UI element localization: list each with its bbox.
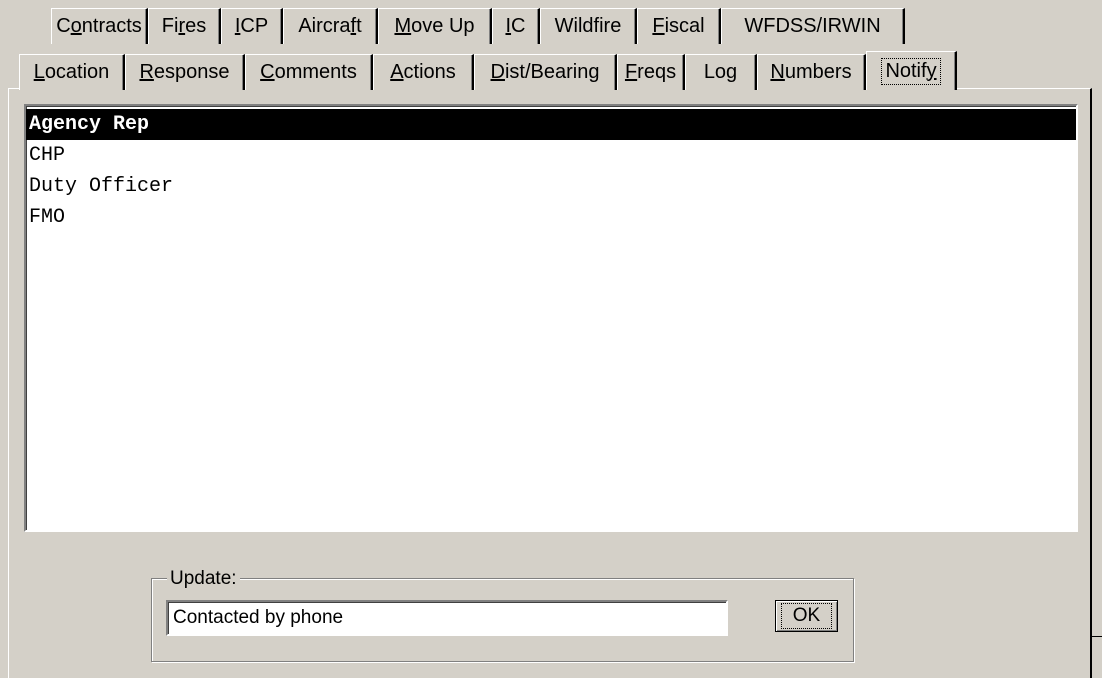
- tab-label: Dist/Bearing: [490, 61, 600, 83]
- tab-label: Location: [33, 61, 110, 83]
- tab-move-up[interactable]: Move Up: [378, 8, 492, 44]
- tab-row-bottom: Location Response Comments Actions Dist/Bear…: [0, 51, 1102, 90]
- tab-fires[interactable]: Fires: [148, 8, 221, 44]
- tab-comments[interactable]: Comments: [245, 54, 373, 90]
- tab-fiscal[interactable]: Fiscal: [637, 8, 721, 44]
- tab-label: Actions: [390, 61, 456, 83]
- tab-response[interactable]: Response: [125, 54, 245, 90]
- tab-label: Wildfire: [554, 15, 622, 37]
- list-item[interactable]: FMO: [26, 202, 1076, 233]
- ok-button-label: OK: [780, 603, 833, 629]
- tab-label: ICP: [234, 15, 269, 37]
- tab-contracts[interactable]: Contracts: [51, 8, 148, 44]
- notify-list[interactable]: Agency Rep CHP Duty Officer FMO: [24, 104, 1078, 532]
- tab-label: Comments: [260, 61, 357, 83]
- update-label: Update:: [167, 568, 240, 590]
- tab-label: Notify: [881, 57, 941, 85]
- tab-freqs[interactable]: Freqs: [617, 54, 685, 90]
- tab-log[interactable]: Log: [685, 54, 757, 90]
- tab-label: Response: [139, 61, 230, 83]
- tab-location[interactable]: Location: [19, 54, 125, 90]
- tab-label: WFDSS/IRWIN: [744, 15, 881, 37]
- ok-button[interactable]: OK: [775, 600, 838, 632]
- tab-label: Aircraft: [298, 15, 362, 37]
- window-edge-h: [1090, 636, 1102, 637]
- tab-label: Freqs: [624, 61, 677, 83]
- tab-dist-bearing[interactable]: Dist/Bearing: [474, 54, 617, 90]
- tab-label: Log: [703, 61, 738, 83]
- tab-notify[interactable]: Notify: [866, 51, 957, 90]
- tab-label: Fiscal: [652, 15, 705, 37]
- tab-label: Contracts: [56, 15, 142, 37]
- tab-row-top: Contracts Fires ICP Aircraft Move Up IC Wildfi…: [0, 8, 1102, 44]
- list-item[interactable]: CHP: [26, 140, 1076, 171]
- update-input[interactable]: [166, 600, 728, 636]
- tab-wfdss-irwin[interactable]: WFDSS/IRWIN: [721, 8, 905, 44]
- tab-actions[interactable]: Actions: [373, 54, 474, 90]
- list-item[interactable]: Agency Rep: [26, 109, 1076, 140]
- tab-wildfire[interactable]: Wildfire: [540, 8, 637, 44]
- tab-label: Fires: [161, 15, 207, 37]
- tab-label: Numbers: [770, 61, 852, 83]
- tab-ic[interactable]: IC: [492, 8, 540, 44]
- list-item[interactable]: Duty Officer: [26, 171, 1076, 202]
- tab-label: IC: [505, 15, 526, 37]
- tab-icp[interactable]: ICP: [221, 8, 283, 44]
- tab-aircraft[interactable]: Aircraft: [283, 8, 378, 44]
- tab-numbers[interactable]: Numbers: [757, 54, 866, 90]
- tab-label: Move Up: [394, 15, 475, 37]
- window-edge: [1090, 95, 1091, 675]
